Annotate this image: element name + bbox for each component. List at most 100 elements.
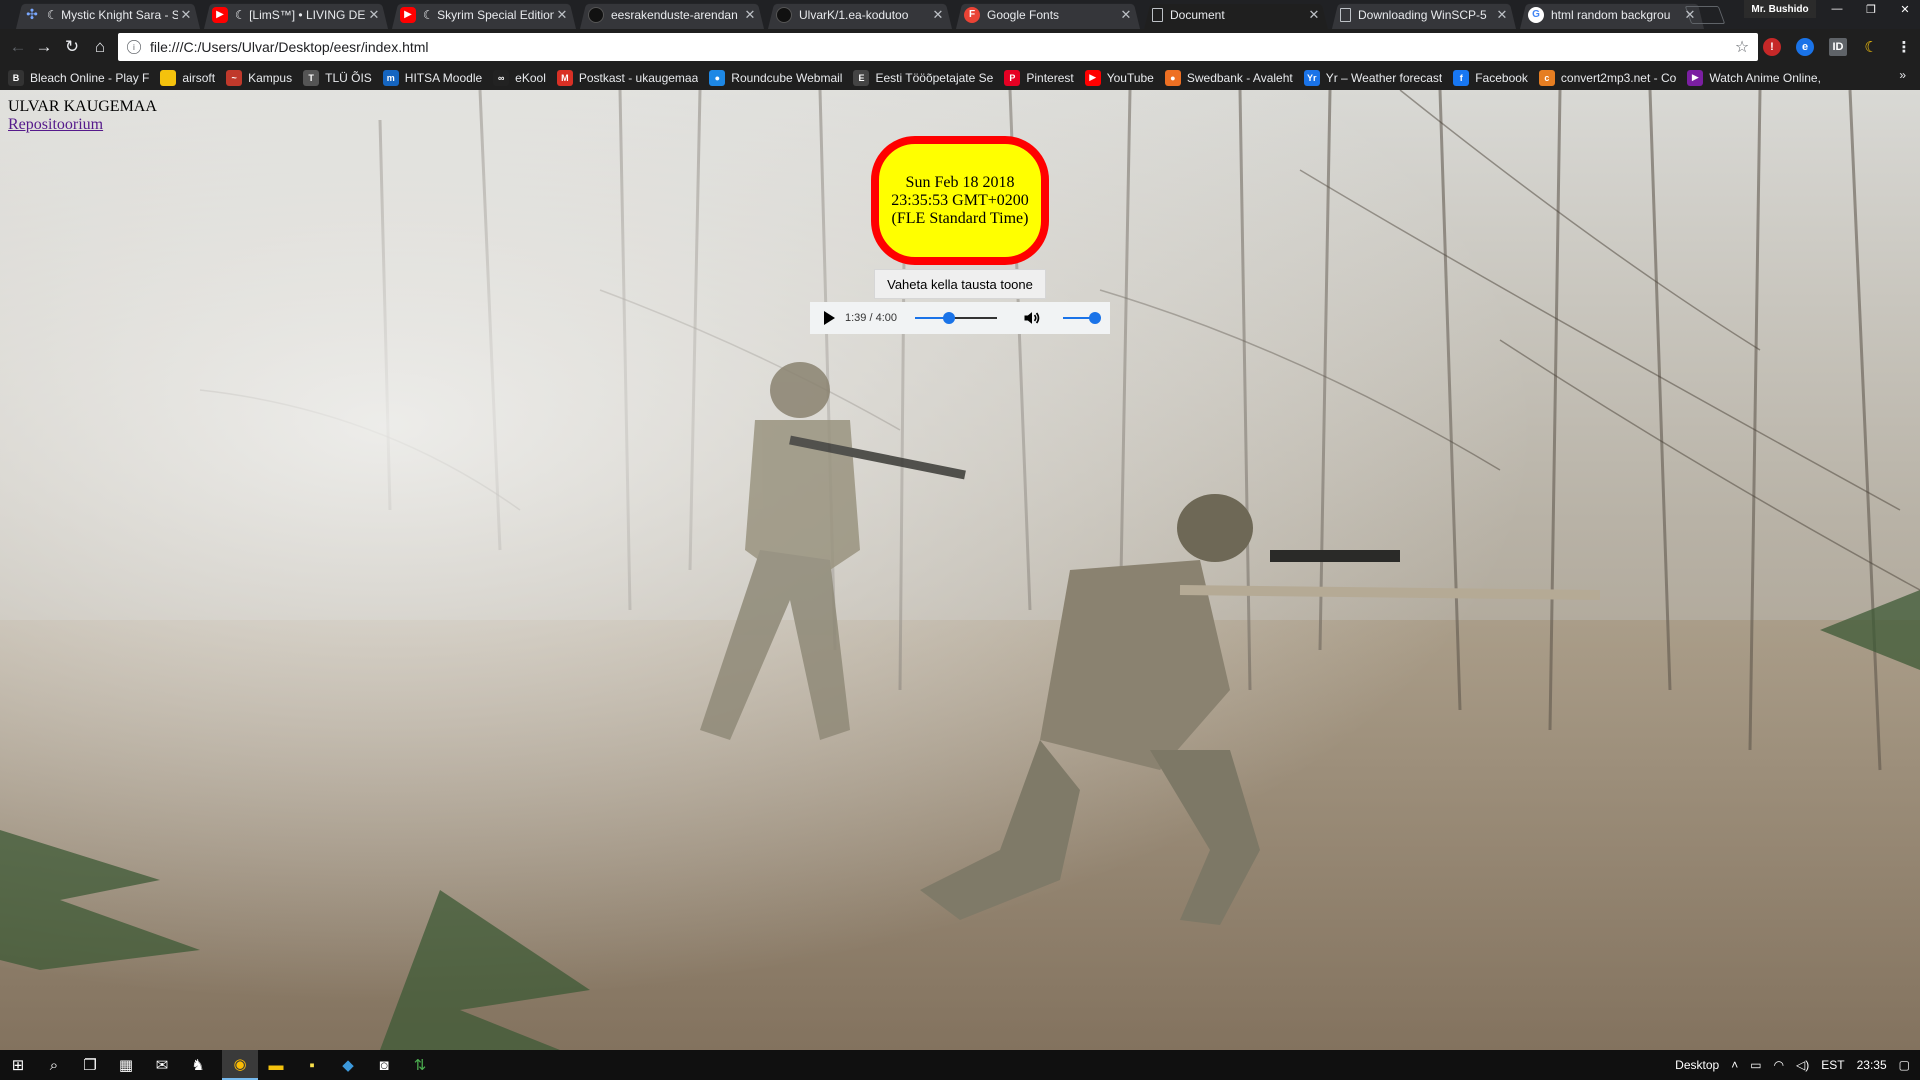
browser-tab[interactable]: F Google Fonts ✕ [954, 0, 1142, 29]
minimize-icon[interactable]: — [1820, 0, 1854, 18]
audio-volume-slider[interactable] [1063, 312, 1101, 324]
seek-knob[interactable] [942, 312, 955, 324]
tab-close-icon[interactable]: ✕ [1494, 7, 1510, 23]
google-fonts-icon: F [964, 6, 980, 23]
bookmark-item[interactable]: P Pinterest [1004, 69, 1074, 86]
bookmark-favicon-icon: B [8, 69, 24, 86]
tab-close-icon[interactable]: ✕ [554, 7, 570, 23]
search-icon[interactable]: ⌕ [36, 1050, 72, 1080]
tab-close-icon[interactable]: ✕ [1118, 7, 1134, 23]
browser-tab[interactable]: Document ✕ [1142, 0, 1330, 29]
browser-tab[interactable]: UlvarK/1.ea-kodutoo ✕ [766, 0, 954, 29]
bookmark-label: Yr – Weather forecast [1325, 70, 1443, 85]
bookmark-favicon-icon: E [853, 69, 870, 86]
game-controller-icon[interactable]: ◙ [366, 1050, 402, 1080]
bookmark-item[interactable]: M Postkast - ukaugemaa [556, 69, 698, 86]
info-icon[interactable]: i [127, 40, 141, 54]
extension-adblock-icon[interactable]: ! [1763, 38, 1781, 56]
address-url[interactable]: file:///C:/Users/Ulvar/Desktop/eesr/inde… [150, 39, 1730, 55]
extension-id-icon[interactable]: ID [1829, 38, 1847, 56]
volume-icon[interactable] [1022, 308, 1042, 328]
youtube-icon: ▶ [400, 6, 416, 23]
chrome-taskbar-icon[interactable]: ◉ [222, 1050, 258, 1080]
bookmarks-more-icon[interactable]: » [1899, 68, 1906, 82]
wifi-icon[interactable]: ◠ [1774, 1058, 1784, 1072]
bookmark-star-icon[interactable]: ☆ [1730, 37, 1754, 57]
taskbar-clock[interactable]: 23:35 [1857, 1058, 1887, 1072]
bookmark-favicon-icon: c [1538, 69, 1555, 86]
winscp-icon[interactable]: ⇅ [402, 1050, 438, 1080]
browser-tab[interactable]: ▶ ☾ [LimS™] • LIVING DE ✕ [202, 0, 390, 29]
button-label: Vaheta kella tausta toone [887, 276, 1033, 292]
bookmark-item[interactable]: f Facebook [1453, 69, 1528, 86]
bookmark-item[interactable]: ▶ Watch Anime Online, [1687, 69, 1821, 86]
close-icon[interactable]: ✕ [1888, 0, 1920, 18]
extension-moon-icon[interactable]: ☾ [1862, 38, 1880, 56]
browser-tab[interactable]: ▶ ☾ Skyrim Special Edition ✕ [390, 0, 578, 29]
browser-tab[interactable]: Downloading WinSCP-5 ✕ [1330, 0, 1518, 29]
bookmark-item[interactable]: ● Swedbank - Avaleht [1164, 69, 1293, 86]
language-indicator[interactable]: EST [1821, 1058, 1844, 1072]
bookmark-label: eKool [515, 70, 546, 85]
menu-icon[interactable]: ⋮ [1895, 38, 1913, 56]
extension-e-icon[interactable]: e [1796, 38, 1814, 56]
bookmark-item[interactable]: E Eesti Tööõpetajate Se [853, 69, 993, 86]
bookmark-item[interactable]: airsoft [160, 69, 216, 86]
bookmark-item[interactable]: m HITSA Moodle [382, 69, 482, 86]
audio-seek-slider[interactable] [915, 312, 997, 324]
profile-button[interactable]: Mr. Bushido [1744, 0, 1816, 18]
restore-icon[interactable]: ❐ [1854, 0, 1888, 18]
notifications-icon[interactable]: ▢ [1899, 1058, 1910, 1072]
change-clock-background-button[interactable]: Vaheta kella tausta toone [874, 269, 1046, 299]
github-icon [588, 6, 604, 23]
volume-knob[interactable] [1089, 312, 1101, 324]
sticky-notes-icon[interactable]: ▪ [294, 1050, 330, 1080]
forward-icon[interactable]: → [32, 35, 56, 59]
bookmark-item[interactable]: ● Roundcube Webmail [709, 69, 842, 86]
tab-close-icon[interactable]: ✕ [742, 7, 758, 23]
fandom-icon: ✣ [26, 6, 38, 22]
browser-tab[interactable]: eesrakenduste-arendan ✕ [578, 0, 766, 29]
tray-expand-icon[interactable]: ˄ [1731, 1058, 1738, 1072]
bookmark-item[interactable]: Yr Yr – Weather forecast [1303, 69, 1443, 86]
windows-start-icon[interactable]: ⊞ [0, 1050, 36, 1080]
battery-icon[interactable]: ▭ [1750, 1058, 1761, 1072]
repository-link[interactable]: Repositoorium [8, 116, 103, 134]
page-header: ULVAR KAUGEMAA Repositoorium [8, 98, 157, 134]
calculator-icon[interactable]: ▦ [108, 1050, 144, 1080]
browser-tab[interactable]: ✣ ☾ Mystic Knight Sara - Sh ✕ [14, 0, 202, 29]
bookmark-label: Facebook [1475, 70, 1528, 85]
speaker-icon[interactable]: ◁) [1796, 1058, 1809, 1072]
file-explorer-icon[interactable]: ▬ [258, 1050, 294, 1080]
bookmark-item[interactable]: T TLÜ ÕIS [303, 69, 372, 86]
bookmark-item[interactable]: c convert2mp3.net - Co [1538, 69, 1676, 86]
bookmark-item[interactable]: B Bleach Online - Play F [8, 69, 149, 86]
tab-strip: ✣ ☾ Mystic Knight Sara - Sh ✕ ▶ ☾ [LimS™] • … [0, 0, 1920, 29]
tab-title: ☾ Mystic Knight Sara - Sh [47, 7, 178, 22]
app-icon[interactable]: ♞ [180, 1050, 216, 1080]
browser-tab[interactable]: Ghtml random backgrou ✕ [1518, 0, 1706, 29]
tab-close-icon[interactable]: ✕ [1306, 7, 1322, 23]
back-icon[interactable]: ← [6, 35, 30, 59]
address-bar[interactable]: i file:///C:/Users/Ulvar/Desktop/eesr/in… [118, 33, 1758, 61]
tab-close-icon[interactable]: ✕ [366, 7, 382, 23]
github-icon [776, 6, 792, 23]
tab-close-icon[interactable]: ✕ [1682, 7, 1698, 23]
reload-icon[interactable]: ↻ [60, 35, 84, 59]
desktop-toolbar-label[interactable]: Desktop [1675, 1058, 1719, 1072]
bookmark-item[interactable]: ▶ YouTube [1084, 69, 1154, 86]
tab-title: Downloading WinSCP-5 [1358, 7, 1487, 22]
bookmark-label: airsoft [182, 70, 216, 85]
bookmark-favicon-icon [160, 69, 177, 86]
bookmark-item[interactable]: ~ Kampus [226, 69, 292, 86]
tab-title: Document [1170, 7, 1225, 22]
tab-close-icon[interactable]: ✕ [178, 7, 194, 23]
vscode-icon[interactable]: ◆ [330, 1050, 366, 1080]
bookmarks-bar: B Bleach Online - Play F airsoft ~ Kampus T TL… [0, 65, 1920, 90]
home-icon[interactable]: ⌂ [88, 35, 112, 59]
bookmark-item[interactable]: ∞ eKool [493, 69, 546, 86]
tab-close-icon[interactable]: ✕ [930, 7, 946, 23]
mail-icon[interactable]: ✉ [144, 1050, 180, 1080]
task-view-icon[interactable]: ❐ [72, 1050, 108, 1080]
play-icon[interactable] [824, 311, 835, 325]
